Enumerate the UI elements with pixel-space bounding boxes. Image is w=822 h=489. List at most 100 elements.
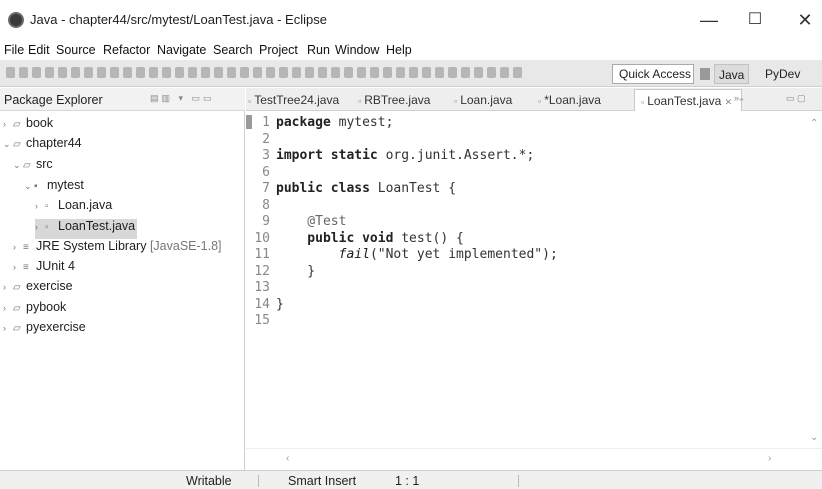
menu-file[interactable]: File — [4, 43, 24, 57]
quick-access-field[interactable]: Quick Access — [612, 64, 694, 84]
code-line[interactable]: 12 } — [246, 264, 315, 280]
code-editor[interactable]: 1 package mytest; 2 3 import static org.juni… — [246, 112, 806, 448]
toolbar-action-icon[interactable] — [84, 67, 93, 78]
toolbar-action-icon[interactable] — [318, 67, 327, 78]
toolbar-action-icon[interactable] — [500, 67, 509, 78]
tree-item-src[interactable]: ⌄ ▱ src — [13, 157, 53, 177]
scroll-left-icon[interactable]: ‹ — [286, 453, 289, 464]
view-toolbar-icons[interactable]: ▤▥ ▾ ▭▭ — [150, 93, 215, 104]
menu-run[interactable]: Run — [307, 43, 330, 57]
toolbar-action-icon[interactable] — [266, 67, 275, 78]
code-line[interactable]: 10 public void test() { — [246, 231, 464, 247]
tree-item-chapter44[interactable]: ⌄ ▱ chapter44 — [3, 136, 82, 156]
toolbar-action-icon[interactable] — [162, 67, 171, 78]
close-button[interactable]: ✕ — [790, 8, 820, 32]
toolbar-action-icon[interactable] — [357, 67, 366, 78]
menu-help[interactable]: Help — [386, 43, 412, 57]
menu-refactor[interactable]: Refactor — [103, 43, 150, 57]
tab-loantest[interactable]: ▫ LoanTest.java ✕ — [634, 89, 743, 111]
toolbar-action-icon[interactable] — [331, 67, 340, 78]
toolbar-action-icon[interactable] — [58, 67, 67, 78]
code-line[interactable]: 6 — [246, 165, 276, 181]
expand-arrow-icon[interactable]: › — [3, 303, 13, 313]
toolbar-action-icon[interactable] — [32, 67, 41, 78]
perspective-java-button[interactable]: Java — [714, 64, 750, 84]
expand-arrow-icon[interactable]: › — [3, 282, 13, 292]
tab-close-icon[interactable]: ✕ — [725, 97, 733, 107]
minimize-button[interactable]: — — [694, 8, 724, 32]
expand-arrow-icon[interactable]: › — [13, 262, 23, 272]
tab-loan-dirty[interactable]: ▫ *Loan.java — [538, 93, 601, 107]
menu-project[interactable]: Project — [259, 43, 298, 57]
toolbar-action-icon[interactable] — [487, 67, 496, 78]
toolbar-action-icon[interactable] — [396, 67, 405, 78]
code-line[interactable]: 7 public class LoanTest { — [246, 181, 456, 197]
toolbar-action-icon[interactable] — [71, 67, 80, 78]
tree-item-mytest[interactable]: ⌄ ▪ mytest — [24, 178, 84, 198]
expand-arrow-icon[interactable]: › — [35, 222, 45, 232]
code-line[interactable]: 14} — [246, 297, 283, 313]
tab-rbtree[interactable]: ▫ RBTree.java — [358, 93, 430, 107]
tree-item-loan-java[interactable]: › ▫ Loan.java — [35, 198, 112, 218]
toolbar-action-icon[interactable] — [370, 67, 379, 78]
toolbar-action-icon[interactable] — [110, 67, 119, 78]
scroll-up-icon[interactable]: ⌃ — [810, 118, 818, 129]
toolbar-action-icon[interactable] — [448, 67, 457, 78]
menu-window[interactable]: Window — [335, 43, 379, 57]
menu-navigate[interactable]: Navigate — [157, 43, 206, 57]
tree-item-pybook[interactable]: › ▱ pybook — [3, 300, 66, 320]
toolbar-action-icon[interactable] — [214, 67, 223, 78]
expand-arrow-icon[interactable]: › — [3, 323, 13, 333]
tree-item-pyexercise[interactable]: › ▱ pyexercise — [3, 320, 86, 340]
toolbar-action-icon[interactable] — [253, 67, 262, 78]
code-line[interactable]: 1 package mytest; — [246, 115, 393, 131]
toolbar-action-icon[interactable] — [97, 67, 106, 78]
collapse-arrow-icon[interactable]: ⌄ — [3, 139, 13, 150]
menu-source[interactable]: Source — [56, 43, 96, 57]
code-line[interactable]: 13 — [246, 280, 276, 296]
tab-overflow-icon[interactable]: »₌ — [734, 93, 744, 104]
horizontal-scrollbar[interactable]: ‹ › — [246, 448, 822, 470]
toolbar-action-icon[interactable] — [240, 67, 249, 78]
collapse-arrow-icon[interactable]: ⌄ — [24, 181, 34, 192]
tree-item-loantest-java[interactable]: › ▫ LoanTest.java — [35, 219, 138, 239]
code-line[interactable]: 3 import static org.junit.Assert.*; — [246, 148, 534, 164]
menu-search[interactable]: Search — [213, 43, 253, 57]
code-line[interactable]: 11 fail("Not yet implemented"); — [246, 247, 557, 263]
toolbar-action-icon[interactable] — [279, 67, 288, 78]
view-min-max-icon[interactable]: ▭ ▢ — [786, 93, 806, 104]
code-line[interactable]: 9 @Test — [246, 214, 346, 230]
toolbar-action-icon[interactable] — [149, 67, 158, 78]
tree-item-junit4[interactable]: › ≡ JUnit 4 — [13, 259, 75, 279]
tab-testtree24[interactable]: ▫ TestTree24.java — [248, 93, 339, 107]
perspective-pydev-button[interactable]: PyDev — [765, 67, 800, 81]
toolbar-action-icon[interactable] — [513, 67, 522, 78]
expand-arrow-icon[interactable]: › — [3, 119, 13, 129]
toolbar-action-icon[interactable] — [45, 67, 54, 78]
open-perspective-icon[interactable] — [700, 68, 710, 80]
tree-item-exercise[interactable]: › ▱ exercise — [3, 279, 73, 299]
code-line[interactable]: 15 — [246, 313, 276, 329]
toolbar-action-icon[interactable] — [435, 67, 444, 78]
collapse-arrow-icon[interactable]: ⌄ — [13, 160, 23, 171]
toolbar-action-icon[interactable] — [409, 67, 418, 78]
toolbar-action-icon[interactable] — [305, 67, 314, 78]
toolbar-action-icon[interactable] — [422, 67, 431, 78]
toolbar-action-icon[interactable] — [136, 67, 145, 78]
toolbar-action-icon[interactable] — [383, 67, 392, 78]
tree-item-jre-library[interactable]: › ≡ JRE System Library [JavaSE-1.8] — [13, 239, 222, 259]
scroll-right-icon[interactable]: › — [768, 453, 771, 464]
toolbar-action-icon[interactable] — [19, 67, 28, 78]
expand-arrow-icon[interactable]: › — [13, 242, 23, 252]
toolbar-action-icon[interactable] — [461, 67, 470, 78]
code-line[interactable]: 2 — [246, 132, 276, 148]
toolbar-action-icon[interactable] — [188, 67, 197, 78]
tree-item-book[interactable]: › ▱ book — [3, 116, 53, 136]
toolbar-action-icon[interactable] — [344, 67, 353, 78]
vertical-scrollbar[interactable]: ⌃ ⌄ — [806, 112, 822, 448]
toolbar-action-icon[interactable] — [227, 67, 236, 78]
toolbar-action-icon[interactable] — [175, 67, 184, 78]
tab-loan[interactable]: ▫ Loan.java — [454, 93, 512, 107]
scroll-down-icon[interactable]: ⌄ — [810, 432, 818, 443]
toolbar-action-icon[interactable] — [474, 67, 483, 78]
